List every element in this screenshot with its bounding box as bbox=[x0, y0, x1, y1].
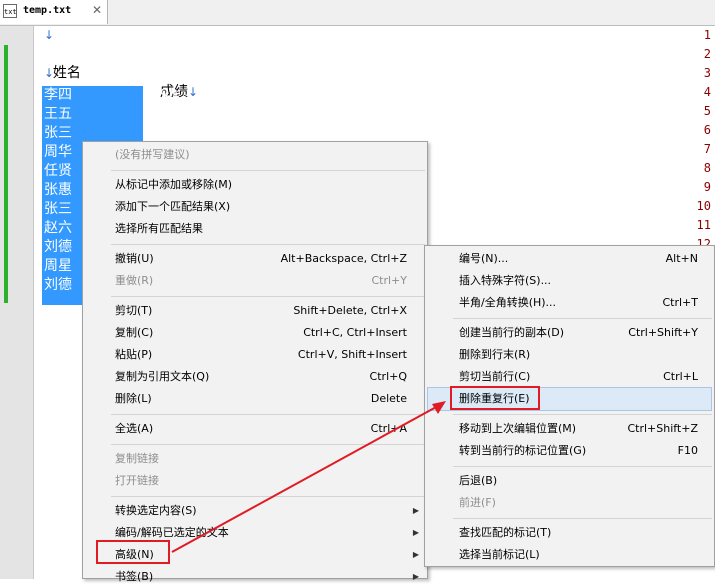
submenu-item-move-last-edit[interactable]: 移动到上次编辑位置(M) Ctrl+Shift+Z bbox=[425, 418, 714, 440]
submenu-item-forward: 前进(F) bbox=[459, 496, 496, 509]
remove-duplicates-highlight-box bbox=[450, 386, 540, 410]
context-menu: (没有拼写建议) 从标记中添加或移除(M) 添加下一个匹配结果(X) 选择所有匹… bbox=[82, 141, 428, 583]
row-score: 90 bbox=[160, 87, 178, 103]
submenu-arrow-icon: ▶ bbox=[412, 506, 419, 515]
menu-item-convert[interactable]: 转换选定内容(S) ▶ bbox=[83, 500, 427, 522]
line-number: 6 bbox=[703, 123, 711, 137]
submenu-item-half-full[interactable]: 半角/全角转换(H)... Ctrl+T bbox=[425, 292, 714, 314]
table-row[interactable]: 张三 bbox=[44, 200, 72, 219]
submenu-item-insert-special[interactable]: 插入特殊字符(S)... bbox=[425, 270, 714, 292]
menu-item-undo[interactable]: 撤销(U) Alt+Backspace, Ctrl+Z bbox=[83, 248, 427, 270]
editor-line-1[interactable]: ↓ bbox=[44, 26, 54, 45]
row-score: 89 bbox=[160, 106, 178, 122]
submenu-item-back[interactable]: 后退(B) bbox=[425, 470, 714, 492]
menu-item-no-spelling: (没有拼写建议) bbox=[115, 148, 190, 161]
submenu-item-cut-line[interactable]: 剪切当前行(C) Ctrl+L bbox=[425, 366, 714, 388]
menu-separator bbox=[111, 170, 425, 171]
menu-item-copy-quote[interactable]: 复制为引用文本(Q) Ctrl+Q bbox=[83, 366, 427, 388]
editor-line-2[interactable]: 姓名 成绩↓ bbox=[44, 45, 198, 100]
row-name: 任贤 bbox=[44, 163, 72, 179]
submenu-item-number[interactable]: 编号(N)... Alt+N bbox=[425, 248, 714, 270]
tab-filename: temp.txt bbox=[23, 5, 72, 16]
line-number: 4 bbox=[703, 85, 711, 99]
row-name: 赵六 bbox=[44, 220, 72, 236]
line-number: 3 bbox=[703, 66, 711, 80]
submenu-item-duplicate-line[interactable]: 创建当前行的副本(D) Ctrl+Shift+Y bbox=[425, 322, 714, 344]
row-name: 王五 bbox=[44, 106, 72, 122]
submenu-item-goto-mark[interactable]: 转到当前行的标记位置(G) F10 bbox=[425, 440, 714, 462]
menu-separator bbox=[453, 414, 712, 415]
advanced-highlight-box bbox=[96, 540, 170, 564]
text-file-icon: txt bbox=[3, 4, 17, 18]
table-row[interactable]: 张三 78 bbox=[44, 124, 178, 143]
row-name: 刘德 bbox=[44, 239, 72, 255]
row-name: 张三 bbox=[44, 125, 72, 141]
menu-item-bookmark[interactable]: 书签(B) ▶ bbox=[83, 566, 427, 588]
table-row[interactable]: 王五 89 bbox=[44, 105, 178, 124]
row-name: 张惠 bbox=[44, 182, 72, 198]
menu-item-redo: 重做(R) Ctrl+Y bbox=[115, 274, 407, 287]
row-name: 周星 bbox=[44, 258, 72, 274]
table-row[interactable]: 赵六 bbox=[44, 219, 72, 238]
row-name: 刘德 bbox=[44, 277, 72, 293]
menu-item-delete[interactable]: 删除(L) Delete bbox=[83, 388, 427, 410]
table-row[interactable]: 周星 bbox=[44, 257, 72, 276]
menu-item-copy[interactable]: 复制(C) Ctrl+C, Ctrl+Insert bbox=[83, 322, 427, 344]
menu-separator bbox=[111, 296, 425, 297]
menu-separator bbox=[453, 318, 712, 319]
eol-mark: ↓ bbox=[44, 28, 55, 42]
close-icon[interactable]: ✕ bbox=[92, 3, 102, 17]
submenu-item-select-mark[interactable]: 选择当前标记(L) bbox=[425, 544, 714, 566]
change-bar bbox=[4, 45, 8, 303]
line-number: 5 bbox=[703, 104, 711, 118]
menu-item-add-next-match[interactable]: 添加下一个匹配结果(X) bbox=[83, 196, 427, 218]
submenu-arrow-icon: ▶ bbox=[412, 550, 419, 559]
table-row[interactable]: 刘德 bbox=[44, 276, 72, 295]
menu-separator bbox=[111, 244, 425, 245]
menu-separator bbox=[111, 444, 425, 445]
table-row[interactable]: 张惠 bbox=[44, 181, 72, 200]
tab-temp-txt[interactable]: txt temp.txt ✕ bbox=[0, 0, 108, 24]
menu-item-cut[interactable]: 剪切(T) Shift+Delete, Ctrl+X bbox=[83, 300, 427, 322]
menu-item-select-all[interactable]: 全选(A) Ctrl+A bbox=[83, 418, 427, 440]
menu-separator bbox=[453, 518, 712, 519]
table-row[interactable]: 周华 bbox=[44, 143, 72, 162]
line-number: 9 bbox=[703, 180, 711, 194]
eol-mark: ↓ bbox=[44, 66, 55, 80]
menu-item-select-all-matches[interactable]: 选择所有匹配结果 bbox=[83, 218, 427, 240]
row-name: 李四 bbox=[44, 87, 72, 103]
line-number: 11 bbox=[696, 218, 711, 232]
line-number: 10 bbox=[696, 199, 711, 213]
menu-item-open-link: 打开链接 bbox=[115, 474, 159, 487]
line-number: 2 bbox=[703, 47, 711, 61]
menu-item-add-remove-dict[interactable]: 从标记中添加或移除(M) bbox=[83, 174, 427, 196]
line-number: 7 bbox=[703, 142, 711, 156]
row-name: 周华 bbox=[44, 144, 72, 160]
submenu-item-find-marks[interactable]: 查找匹配的标记(T) bbox=[425, 522, 714, 544]
editor-line-3[interactable]: ↓ bbox=[44, 64, 54, 83]
table-row[interactable]: 李四 90 bbox=[44, 86, 178, 105]
table-row[interactable]: 刘德 bbox=[44, 238, 72, 257]
line-number: 8 bbox=[703, 161, 711, 175]
tab-bar: txt temp.txt ✕ bbox=[0, 0, 715, 26]
table-row[interactable]: 任贤 bbox=[44, 162, 72, 181]
menu-separator bbox=[453, 466, 712, 467]
menu-separator bbox=[111, 414, 425, 415]
submenu-arrow-icon: ▶ bbox=[412, 528, 419, 537]
menu-item-copy-link: 复制链接 bbox=[115, 452, 159, 465]
menu-item-paste[interactable]: 粘贴(P) Ctrl+V, Shift+Insert bbox=[83, 344, 427, 366]
menu-separator bbox=[111, 496, 425, 497]
line-number: 1 bbox=[703, 28, 711, 42]
header-name: 姓名 bbox=[52, 65, 81, 81]
row-name: 张三 bbox=[44, 201, 72, 217]
submenu-item-delete-to-end[interactable]: 删除到行末(R) bbox=[425, 344, 714, 366]
submenu-arrow-icon: ▶ bbox=[412, 572, 419, 581]
